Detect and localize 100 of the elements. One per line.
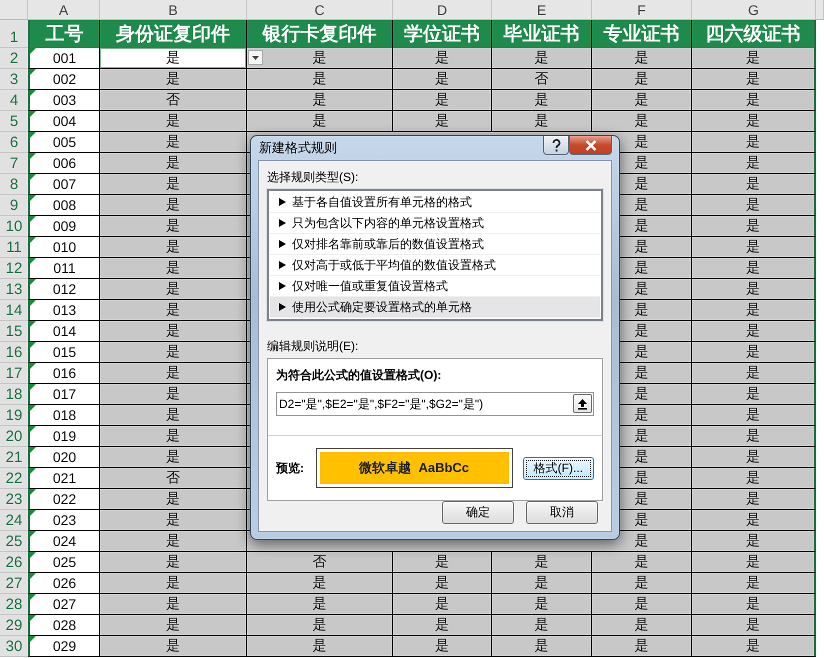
table-cell: 是 <box>692 195 816 216</box>
row-header[interactable]: 22 <box>0 468 28 489</box>
table-cell: 016 <box>28 363 100 384</box>
table-cell: 是 <box>100 279 247 300</box>
table-cell: 否 <box>492 69 592 90</box>
list-item[interactable]: 使用公式确定要设置格式的单元格 <box>270 297 600 318</box>
window-title: 新建格式规则 <box>259 139 337 157</box>
table-cell: 是 <box>100 636 247 657</box>
row-header[interactable]: 12 <box>0 258 28 279</box>
row-header[interactable]: 13 <box>0 279 28 300</box>
table-cell: 是 <box>247 69 393 90</box>
row-header[interactable]: 21 <box>0 447 28 468</box>
table-cell: 是 <box>692 384 816 405</box>
row-header[interactable]: 6 <box>0 132 28 153</box>
table-cell: 是 <box>100 195 247 216</box>
table-cell: 024 <box>28 531 100 552</box>
formula-field[interactable]: D2="是",$E2="是",$F2="是",$G2="是") <box>276 392 594 416</box>
table-cell: 是 <box>100 321 247 342</box>
up-arrow-icon <box>577 398 588 410</box>
row-header[interactable]: 2 <box>0 48 28 69</box>
row-header[interactable]: 9 <box>0 195 28 216</box>
list-item[interactable]: 只为包含以下内容的单元格设置格式 <box>270 213 600 234</box>
row-header[interactable]: 3 <box>0 69 28 90</box>
table-cell: 是 <box>692 531 816 552</box>
row-header[interactable]: 15 <box>0 321 28 342</box>
collapse-button[interactable] <box>573 394 592 413</box>
row-header[interactable]: 19 <box>0 405 28 426</box>
list-item[interactable]: 仅对高于或低于平均值的数值设置格式 <box>270 255 600 276</box>
row-header[interactable]: 16 <box>0 342 28 363</box>
row-header[interactable]: 27 <box>0 573 28 594</box>
table-cell: 是 <box>100 111 247 132</box>
row-header[interactable]: 29 <box>0 615 28 636</box>
row-header[interactable]: 11 <box>0 237 28 258</box>
table-cell: 010 <box>28 237 100 258</box>
row-header[interactable]: 5 <box>0 111 28 132</box>
table-cell: 是 <box>393 594 492 615</box>
triangle-icon <box>279 240 286 248</box>
row-header[interactable]: 14 <box>0 300 28 321</box>
format-button[interactable]: 格式(F)... <box>522 456 594 480</box>
table-cell: 是 <box>692 426 816 447</box>
section-label: 选择规则类型(S): <box>267 169 360 186</box>
column-header[interactable]: C <box>247 0 393 19</box>
row-header[interactable]: 20 <box>0 426 28 447</box>
table-cell: 是 <box>592 594 692 615</box>
row-header[interactable]: 7 <box>0 153 28 174</box>
table-cell: 是 <box>100 237 247 258</box>
table-cell: 是 <box>393 111 492 132</box>
table-cell: 是 <box>692 258 816 279</box>
row-header[interactable]: 23 <box>0 489 28 510</box>
column-header[interactable]: D <box>393 0 492 19</box>
table-cell: 是 <box>492 48 592 69</box>
table-cell: 是 <box>592 552 692 573</box>
table-cell: 是 <box>100 384 247 405</box>
list-item[interactable]: 仅对排名靠前或靠后的数值设置格式 <box>270 234 600 255</box>
ok-button[interactable]: 确定 <box>442 501 514 524</box>
table-cell: 是 <box>592 573 692 594</box>
header-cell: 四六级证书 <box>692 20 816 48</box>
table-cell: 018 <box>28 405 100 426</box>
table-cell: 022 <box>28 489 100 510</box>
column-header[interactable]: E <box>492 0 592 19</box>
table-cell: 是 <box>100 69 247 90</box>
table-cell: 是 <box>592 48 692 69</box>
row-header[interactable]: 1 <box>0 20 28 48</box>
table-cell: 是 <box>692 510 816 531</box>
row-header[interactable]: 28 <box>0 594 28 615</box>
column-header[interactable]: F <box>592 0 692 19</box>
row-header[interactable]: 8 <box>0 174 28 195</box>
table-cell: 是 <box>247 594 393 615</box>
table-cell: 是 <box>247 636 393 657</box>
dropdown-button[interactable] <box>248 50 263 65</box>
table-cell: 是 <box>692 132 816 153</box>
triangle-icon <box>279 219 286 227</box>
table-cell: 是 <box>692 552 816 573</box>
column-header[interactable]: G <box>692 0 816 19</box>
table-cell: 是 <box>692 405 816 426</box>
table-cell: 是 <box>692 342 816 363</box>
table-cell: 是 <box>393 552 492 573</box>
close-button[interactable] <box>569 136 612 155</box>
column-header[interactable]: A <box>28 0 100 19</box>
table-cell: 004 <box>28 111 100 132</box>
row-header[interactable]: 25 <box>0 531 28 552</box>
row-header[interactable]: 26 <box>0 552 28 573</box>
row-header[interactable]: 24 <box>0 510 28 531</box>
row-header[interactable]: 18 <box>0 384 28 405</box>
table-cell: 是 <box>692 90 816 111</box>
row-header[interactable]: 30 <box>0 636 28 657</box>
cancel-button[interactable]: 取消 <box>526 501 598 524</box>
row-header[interactable]: 10 <box>0 216 28 237</box>
caret-icon <box>252 56 259 60</box>
table-cell: 是 <box>100 342 247 363</box>
row-header[interactable]: 17 <box>0 363 28 384</box>
help-button[interactable] <box>543 136 569 155</box>
table-cell: 是 <box>393 615 492 636</box>
column-header[interactable]: B <box>100 0 247 19</box>
table-cell: 是 <box>100 174 247 195</box>
triangle-icon <box>279 261 286 269</box>
table-cell: 是 <box>692 216 816 237</box>
table-cell: 011 <box>28 258 100 279</box>
list-item[interactable]: 基于各自值设置所有单元格的格式 <box>270 192 600 213</box>
row-header[interactable]: 4 <box>0 90 28 111</box>
